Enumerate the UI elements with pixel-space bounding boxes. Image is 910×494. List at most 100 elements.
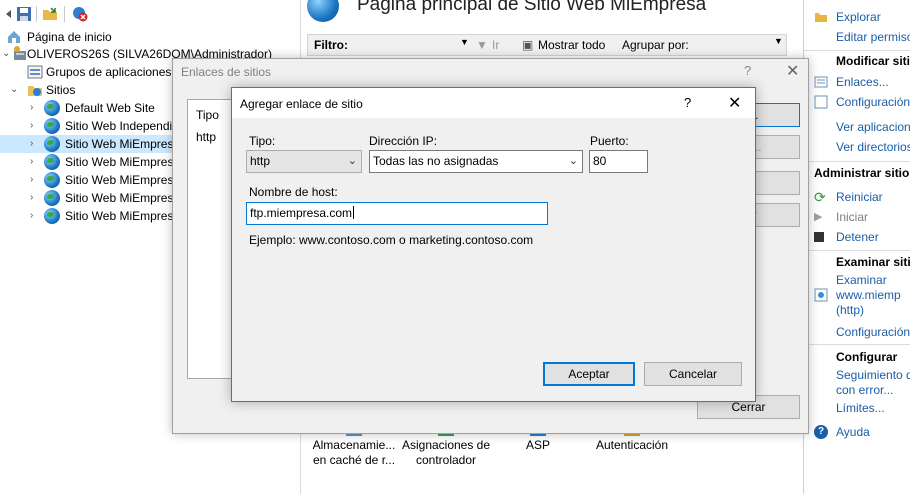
action-explorar[interactable]: Explorar	[836, 10, 881, 24]
actions-pane: Explorar Editar permiso Modificar sitio …	[803, 0, 910, 494]
chevron-right-icon[interactable]: ›	[30, 135, 40, 153]
cancel-button[interactable]: Cancelar	[644, 362, 742, 386]
dialog-title: Enlaces de sitios	[181, 65, 272, 79]
feature-label: ASP	[525, 438, 550, 452]
port-label: Puerto:	[590, 134, 629, 148]
add-site-binding-dialog: Agregar enlace de sitio ? ✕ Tipo: http ⌄…	[231, 87, 756, 402]
type-select[interactable]: http ⌄	[246, 150, 362, 173]
action-seguimiento-line2[interactable]: con error...	[836, 383, 893, 397]
chevron-down-icon[interactable]: ⌄	[2, 45, 12, 63]
chevron-right-icon[interactable]: ›	[30, 117, 40, 135]
action-seguimiento-line1[interactable]: Seguimiento d	[836, 368, 910, 382]
host-name-input[interactable]: ftp.miempresa.com	[246, 202, 548, 225]
chevron-right-icon[interactable]: ›	[30, 171, 40, 189]
action-examinar-line1[interactable]: Examinar	[836, 273, 887, 287]
binding-row-tipo[interactable]: http	[196, 130, 216, 144]
host-name-value: ftp.miempresa.com	[250, 206, 353, 220]
tree-item-label: Sitios	[46, 83, 76, 97]
action-examinar-line2[interactable]: www.miemp	[836, 288, 901, 302]
tree-item-label: Sitio Web MiEmpresa	[65, 173, 181, 187]
website-globe-icon	[44, 154, 60, 170]
host-name-label: Nombre de host:	[249, 185, 338, 199]
action-configuracion-2[interactable]: Configuración	[836, 325, 910, 339]
disconnect-icon[interactable]	[72, 6, 88, 22]
action-examinar-line3[interactable]: (http)	[836, 303, 864, 317]
dialog-titlebar: Agregar enlace de sitio ? ✕	[232, 88, 755, 118]
website-globe-icon	[44, 136, 60, 152]
server-icon	[12, 46, 28, 62]
chevron-right-icon[interactable]: ›	[30, 189, 40, 207]
port-input[interactable]: 80	[589, 150, 648, 173]
connections-toolbar	[0, 0, 300, 28]
feature-handler-mappings[interactable]: Asignaciones de controlador	[401, 430, 491, 468]
section-modificar-sitio: Modificar sitio	[836, 54, 910, 68]
chevron-right-icon[interactable]: ›	[30, 207, 40, 225]
section-administrar-sitio: Administrar sitio w	[814, 166, 910, 180]
feature-label: Asignaciones de	[401, 438, 491, 452]
tree-item-label: Grupos de aplicaciones	[46, 65, 172, 79]
go-button[interactable]: Ir	[492, 38, 499, 52]
feature-label: Autenticación	[595, 438, 669, 452]
tree-item-label: Sitio Web MiEmpresa	[65, 155, 181, 169]
help-button[interactable]: ?	[684, 95, 691, 110]
tree-item-start-page[interactable]: Página de inicio	[0, 28, 300, 46]
column-header-tipo[interactable]: Tipo	[196, 108, 219, 122]
show-all-button[interactable]: Mostrar todo	[538, 38, 605, 52]
port-value: 80	[593, 154, 607, 168]
stop-icon	[814, 232, 824, 242]
chevron-down-icon[interactable]: ⌄	[10, 81, 20, 99]
tree-item-label: Sitio Web MiEmpresa	[65, 209, 181, 223]
close-button[interactable]: ✕	[786, 61, 799, 81]
ip-address-label: Dirección IP:	[369, 134, 438, 148]
open-folder-icon[interactable]	[42, 6, 58, 22]
action-limites[interactable]: Límites...	[836, 401, 885, 415]
ip-address-value: Todas las no asignadas	[373, 154, 499, 168]
action-enlaces[interactable]: Enlaces...	[836, 75, 889, 89]
browse-icon	[814, 288, 828, 302]
save-icon[interactable]	[16, 6, 32, 22]
action-detener[interactable]: Detener	[836, 230, 879, 244]
start-icon: ▶	[814, 211, 823, 223]
website-globe-icon	[44, 118, 60, 134]
tree-item-label: Sitio Web MiEmpresa	[65, 137, 181, 151]
filter-label: Filtro:	[314, 38, 348, 52]
help-icon: ?	[814, 425, 828, 439]
close-button[interactable]: ✕	[728, 93, 741, 113]
bindings-icon	[814, 75, 828, 89]
feature-output-caching[interactable]: Almacenamie... en caché de r...	[311, 430, 397, 468]
restart-icon: ⟳	[814, 189, 826, 205]
chevron-down-icon: ⌄	[568, 155, 578, 167]
chevron-right-icon[interactable]: ›	[30, 99, 40, 117]
action-ayuda[interactable]: Ayuda	[836, 425, 870, 439]
scroll-icon[interactable]: ▼	[774, 36, 783, 46]
feature-label: en caché de r...	[312, 453, 396, 467]
website-globe-icon	[44, 172, 60, 188]
accept-button[interactable]: Aceptar	[543, 362, 635, 386]
explore-icon	[814, 10, 828, 24]
funnel-icon[interactable]: ▼	[476, 38, 488, 52]
action-reiniciar[interactable]: Reiniciar	[836, 190, 883, 204]
group-by-label[interactable]: Agrupar por:	[622, 38, 689, 52]
action-ver-directorios[interactable]: Ver directorios	[836, 140, 910, 154]
type-select-value: http	[250, 154, 271, 168]
filter-dropdown-arrow-icon[interactable]: ▼	[460, 37, 469, 47]
action-configuracion[interactable]: Configuración	[836, 95, 910, 109]
help-button[interactable]: ?	[744, 63, 751, 78]
ip-address-select[interactable]: Todas las no asignadas ⌄	[369, 150, 583, 173]
website-globe-icon	[307, 0, 339, 22]
website-globe-icon	[44, 208, 60, 224]
chevron-right-icon[interactable]: ›	[30, 153, 40, 171]
dialog-title: Agregar enlace de sitio	[240, 97, 363, 111]
action-iniciar[interactable]: Iniciar	[836, 210, 868, 224]
tree-item-label: Sitio Web Independie	[65, 119, 179, 133]
action-ver-aplicaciones[interactable]: Ver aplicacione	[836, 120, 910, 134]
page-title: Página principal de Sitio Web MiEmpresa	[357, 0, 707, 15]
tree-item-label: Página de inicio	[27, 30, 112, 44]
action-editar-permisos[interactable]: Editar permiso	[836, 30, 910, 44]
sites-folder-icon	[27, 82, 43, 98]
settings-icon	[814, 95, 828, 109]
show-all-icon[interactable]: ▣	[522, 38, 533, 52]
type-label: Tipo:	[249, 134, 276, 148]
section-examinar-sitio: Examinar sitio	[836, 255, 910, 269]
section-configurar: Configurar	[836, 350, 898, 364]
